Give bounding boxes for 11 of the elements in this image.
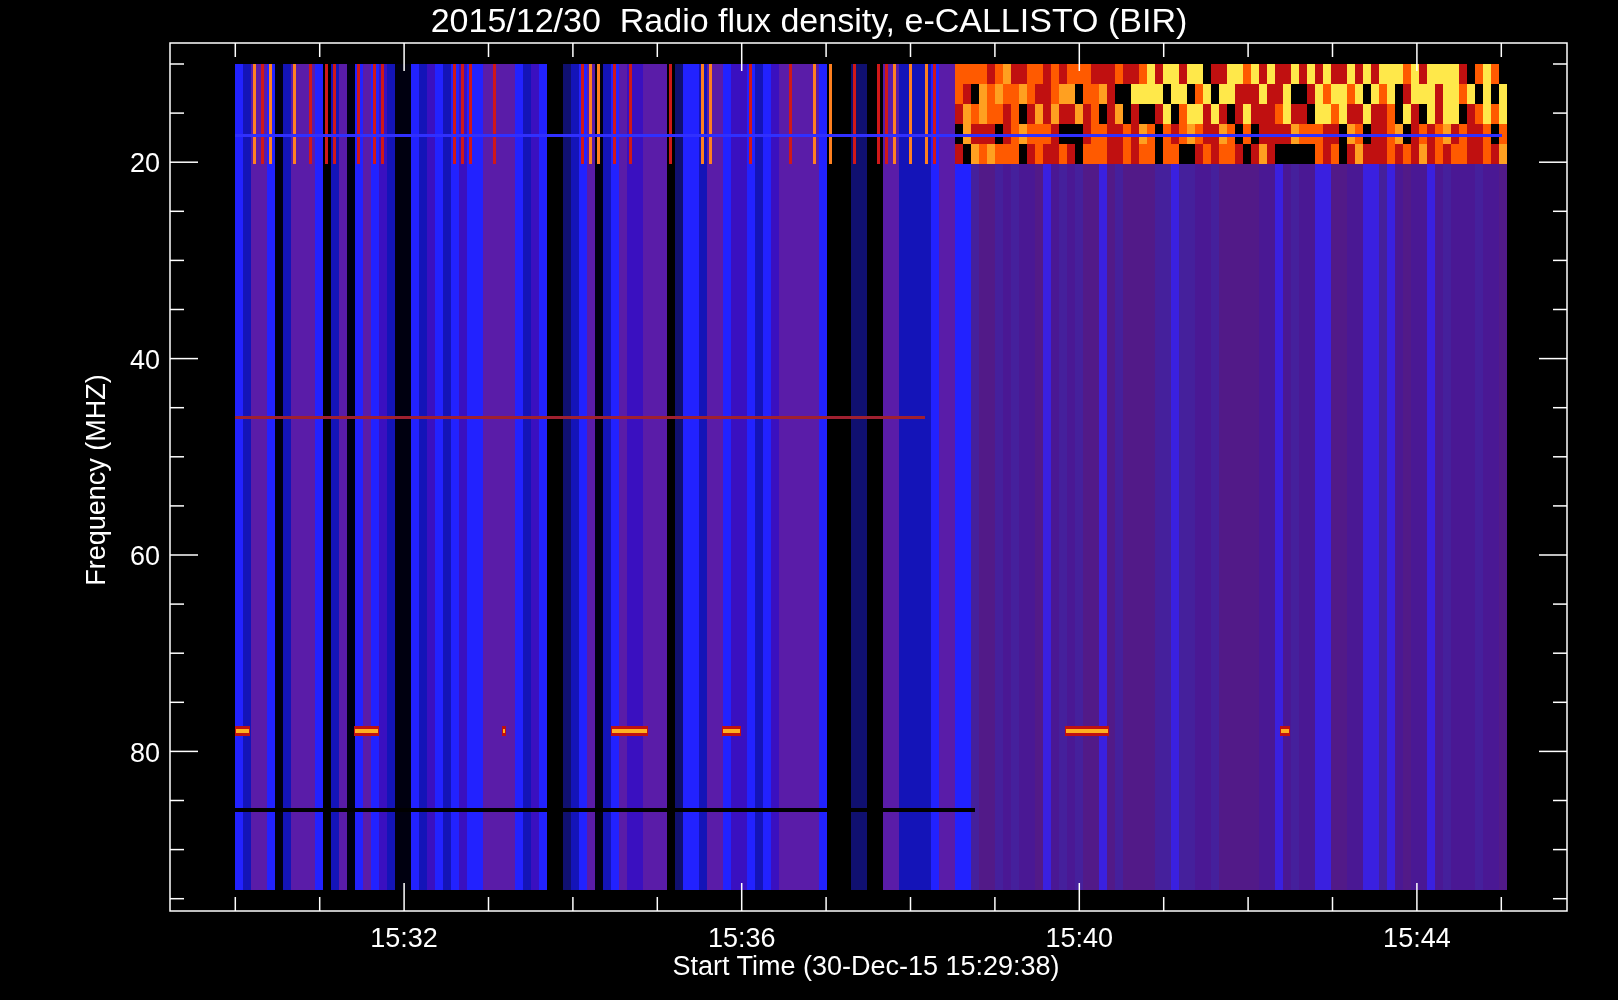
y-tick-label: 80 <box>129 737 160 768</box>
y-tick-label: 40 <box>129 344 160 375</box>
x-tick-label: 15:40 <box>1045 923 1114 953</box>
y-tick-label: 20 <box>129 148 160 178</box>
x-tick-label: 15:32 <box>370 923 438 953</box>
x-tick-label: 15:44 <box>1383 923 1451 953</box>
y-tick-label: 60 <box>129 541 160 571</box>
x-tick-label: 15:36 <box>707 923 776 953</box>
chart-title: 2015/12/30 Radio flux density, e-CALLISTO (BIR) <box>430 1 1188 39</box>
y-axis-label: Frequency (MHZ) <box>81 374 111 586</box>
x-axis-label: Start Time (30-Dec-15 15:29:38) <box>672 951 1060 981</box>
